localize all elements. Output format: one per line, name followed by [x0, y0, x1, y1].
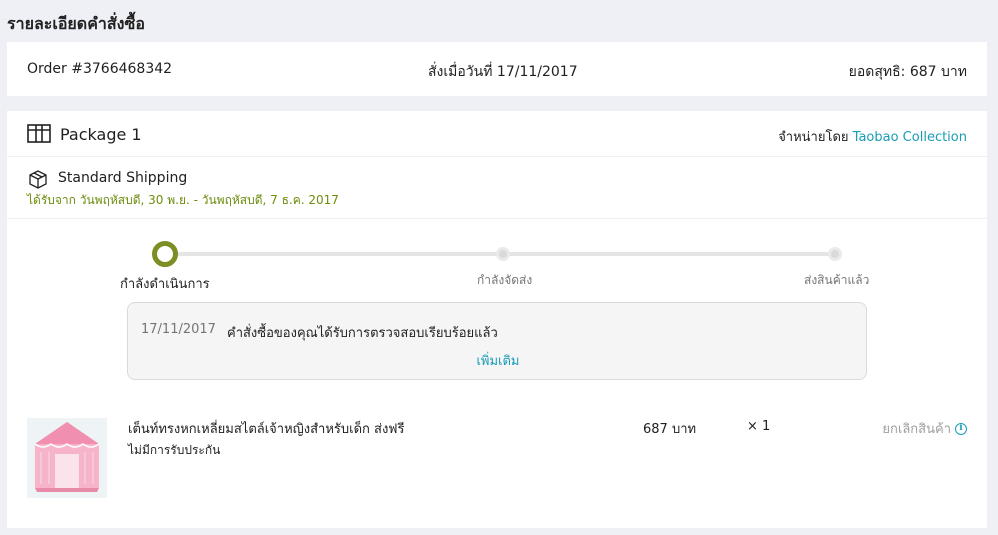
seller-prefix: จำหน่ายโดย [778, 130, 849, 145]
order-date: สั่งเมื่อวันที่ 17/11/2017 [428, 64, 578, 80]
delivery-estimate: ได้รับจาก วันพฤหัสบดี, 30 พ.ย. - วันพฤหั… [27, 193, 339, 207]
step-dot-processing [152, 241, 178, 267]
shipping-method: Standard Shipping [58, 170, 188, 186]
order-item: เต็นท์ทรงหกเหลี่ยมสไตล์เจ้าหญิงสำหรับเด็… [7, 414, 987, 504]
warranty-info: ไม่มีการรับประกัน [128, 443, 221, 457]
cancel-item-label: ยกเลิกสินค้า [882, 422, 951, 437]
page-title: รายละเอียดคำสั่งซื้อ [7, 14, 145, 33]
product-name[interactable]: เต็นท์ทรงหกเหลี่ยมสไตล์เจ้าหญิงสำหรับเด็… [128, 418, 404, 439]
product-price: 687 บาท [643, 422, 697, 437]
seller-link[interactable]: Taobao Collection [853, 130, 967, 145]
package-card: Package 1 จำหน่ายโดย Taobao Collection S… [7, 111, 987, 528]
shipping-info: Standard Shipping ได้รับจาก วันพฤหัสบดี,… [7, 157, 987, 219]
step-dot-delivered [828, 247, 842, 261]
step-label-processing: กำลังดำเนินการ [120, 277, 210, 292]
product-image[interactable] [27, 418, 107, 498]
status-date: 17/11/2017 [141, 322, 216, 337]
cancel-item-button[interactable]: ยกเลิกสินค้า i [882, 418, 967, 439]
order-total: ยอดสุทธิ: 687 บาท [848, 64, 967, 80]
order-progress-tracker: กำลังดำเนินการ กำลังจัดส่ง ส่งสินค้าแล้ว [7, 219, 987, 309]
package-label: Package 1 [60, 125, 142, 144]
step-label-delivered: ส่งสินค้าแล้ว [804, 273, 870, 287]
status-message: คำสั่งซื้อของคุณได้รับการตรวจสอบเรียบร้อ… [227, 326, 498, 341]
package-header: Package 1 จำหน่ายโดย Taobao Collection [7, 111, 987, 157]
order-summary: Order #3766468342 สั่งเมื่อวันที่ 17/11/… [7, 42, 987, 96]
see-more-link[interactable]: เพิ่มเติม [128, 350, 868, 371]
step-label-shipping: กำลังจัดส่ง [477, 273, 533, 287]
package-icon [27, 123, 51, 143]
shipping-icon [27, 169, 49, 189]
seller-info: จำหน่ายโดย Taobao Collection [778, 126, 967, 147]
status-history-box: 17/11/2017 คำสั่งซื้อของคุณได้รับการตรวจ… [127, 302, 867, 380]
order-number: Order #3766468342 [27, 61, 173, 77]
info-icon[interactable]: i [955, 422, 967, 435]
product-quantity: × 1 [747, 419, 771, 434]
step-dot-shipping [496, 247, 510, 261]
